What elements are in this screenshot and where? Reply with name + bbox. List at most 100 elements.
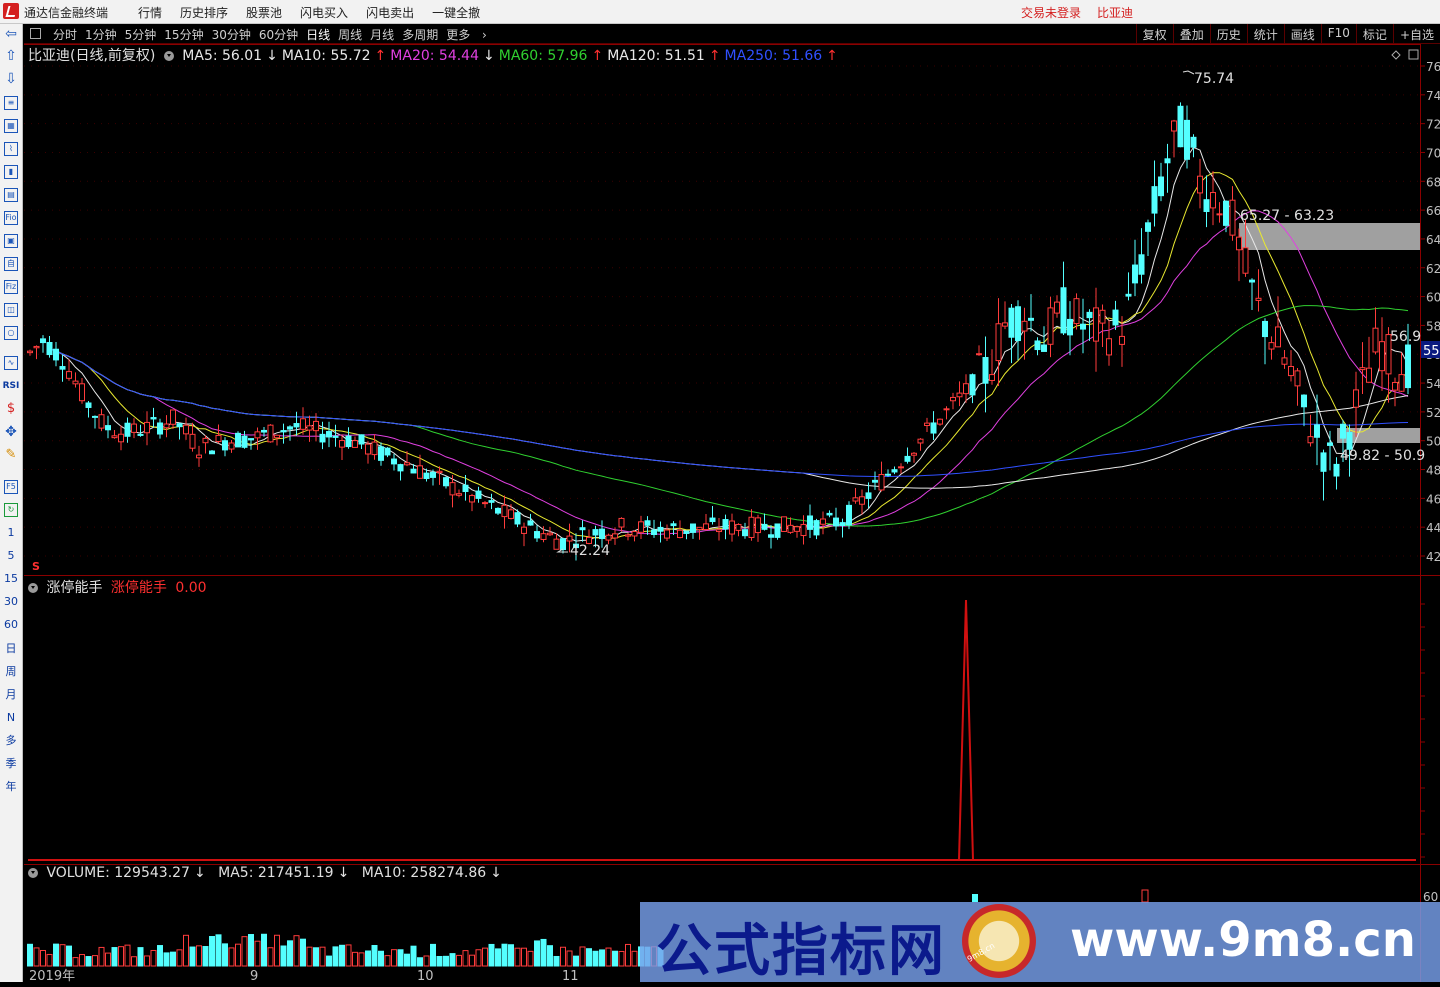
menu-item-cancel-all[interactable]: 一键全撤 <box>432 4 480 21</box>
volume-bar[interactable] <box>592 950 599 967</box>
volume-bar[interactable] <box>196 945 202 967</box>
volume-bar[interactable] <box>378 950 384 967</box>
candle-body[interactable] <box>865 492 872 499</box>
volume-bar[interactable] <box>391 949 397 967</box>
candle-body[interactable] <box>228 442 235 450</box>
volume-bar[interactable] <box>456 954 462 967</box>
candle-body[interactable] <box>1314 424 1320 438</box>
indicator-icon[interactable]: ◫ <box>4 303 18 317</box>
candle-body[interactable] <box>430 471 436 478</box>
candle-body[interactable] <box>1021 320 1028 332</box>
candle-body[interactable] <box>1242 247 1249 274</box>
volume-bar[interactable] <box>189 946 196 967</box>
candlesticks[interactable] <box>27 102 1411 561</box>
candle-body[interactable] <box>976 353 982 356</box>
arrow-up-icon[interactable]: ⇧ <box>3 48 19 64</box>
candle-body[interactable] <box>1158 176 1164 197</box>
candle-body[interactable] <box>1353 389 1359 408</box>
volume-bar[interactable] <box>150 949 157 967</box>
menu-item-flash-sell[interactable]: 闪电卖出 <box>366 4 414 21</box>
candle-body[interactable] <box>748 516 755 538</box>
candle-body[interactable] <box>878 474 885 491</box>
candle-body[interactable] <box>787 524 794 533</box>
volume-bar[interactable] <box>534 940 540 967</box>
volume-bar[interactable] <box>254 940 261 967</box>
candle-body[interactable] <box>534 531 540 539</box>
candle-body[interactable] <box>813 520 820 536</box>
indicator-name[interactable]: 涨停能手 <box>46 580 102 596</box>
volume-bar[interactable] <box>40 949 46 967</box>
volume-bar[interactable] <box>105 952 111 967</box>
volume-bar[interactable] <box>235 943 241 967</box>
candle-body[interactable] <box>1366 367 1372 383</box>
period-15min[interactable]: 15 <box>1 571 21 587</box>
history-button[interactable]: 历史 <box>1209 24 1247 43</box>
period-30min[interactable]: 30 <box>1 594 21 610</box>
candle-body[interactable] <box>326 431 332 438</box>
panel-toggle-icon[interactable] <box>30 28 41 39</box>
tab-more[interactable]: 更多 › <box>446 26 495 43</box>
menu-item-history-sort[interactable]: 历史排序 <box>180 4 228 21</box>
candle-body[interactable] <box>924 422 930 426</box>
candle-body[interactable] <box>1151 186 1158 214</box>
volume-bar[interactable] <box>482 947 488 967</box>
volume-bar[interactable] <box>280 945 287 967</box>
volume-bar[interactable] <box>92 955 98 967</box>
candle-body[interactable] <box>170 409 176 425</box>
tab-15min[interactable]: 15分钟 <box>164 26 203 43</box>
candle-body[interactable] <box>963 383 969 395</box>
volume-bar[interactable] <box>605 947 612 967</box>
legend-toggle-icon[interactable] <box>163 51 174 61</box>
move-icon[interactable]: ✥ <box>3 424 19 440</box>
tab-30min[interactable]: 30分钟 <box>212 26 251 43</box>
candle-body[interactable] <box>1008 307 1015 338</box>
tab-daily[interactable]: 日线 <box>306 26 330 43</box>
candle-body[interactable] <box>943 408 950 411</box>
candle-body[interactable] <box>241 435 248 448</box>
candle-body[interactable] <box>709 517 716 523</box>
period-5min[interactable]: 5 <box>1 548 21 564</box>
volume-bar[interactable] <box>300 938 306 967</box>
volume-bar[interactable] <box>137 947 144 967</box>
candle-body[interactable] <box>527 520 534 526</box>
candle-body[interactable] <box>605 534 612 541</box>
candle-body[interactable] <box>1294 370 1301 387</box>
candle-body[interactable] <box>774 523 781 538</box>
candle-body[interactable] <box>1190 136 1197 148</box>
candle-body[interactable] <box>144 421 150 434</box>
candle-body[interactable] <box>904 455 911 462</box>
candle-body[interactable] <box>1405 344 1411 389</box>
candle-body[interactable] <box>846 504 852 526</box>
overlay-button[interactable]: 叠加 <box>1172 24 1210 43</box>
indicator-toggle-icon[interactable] <box>28 583 38 593</box>
candle-body[interactable] <box>1080 323 1086 330</box>
candle-body[interactable] <box>150 417 157 420</box>
candle-body[interactable] <box>807 515 813 530</box>
candle-body[interactable] <box>384 447 391 456</box>
candle-body[interactable] <box>937 418 943 425</box>
volume-bar[interactable] <box>514 947 521 967</box>
candle-body[interactable] <box>501 504 508 518</box>
candle-body[interactable] <box>969 374 976 396</box>
candle-body[interactable] <box>696 526 703 531</box>
volume-bar[interactable] <box>618 950 625 967</box>
candle-body[interactable] <box>859 496 865 505</box>
candle-body[interactable] <box>1281 357 1288 365</box>
volume-toggle-icon[interactable] <box>28 868 38 878</box>
volume-bar[interactable] <box>228 947 235 967</box>
candle-body[interactable] <box>592 529 599 536</box>
candle-body[interactable] <box>917 438 924 444</box>
volume-bar[interactable] <box>586 948 592 967</box>
candle-body[interactable] <box>800 523 807 537</box>
f5-button[interactable]: F5 <box>4 480 18 494</box>
tab-intraday[interactable]: 分时 <box>53 26 77 43</box>
candle-body[interactable] <box>618 517 625 528</box>
candle-body[interactable] <box>46 342 53 356</box>
candle-body[interactable] <box>703 523 709 531</box>
refresh-icon[interactable]: ↻ <box>4 503 18 517</box>
candle-body[interactable] <box>1262 320 1268 338</box>
quote-list-icon[interactable]: ≡ <box>4 96 18 110</box>
candle-body[interactable] <box>306 425 313 431</box>
volume-bar[interactable] <box>443 955 449 967</box>
candle-body[interactable] <box>950 396 956 402</box>
